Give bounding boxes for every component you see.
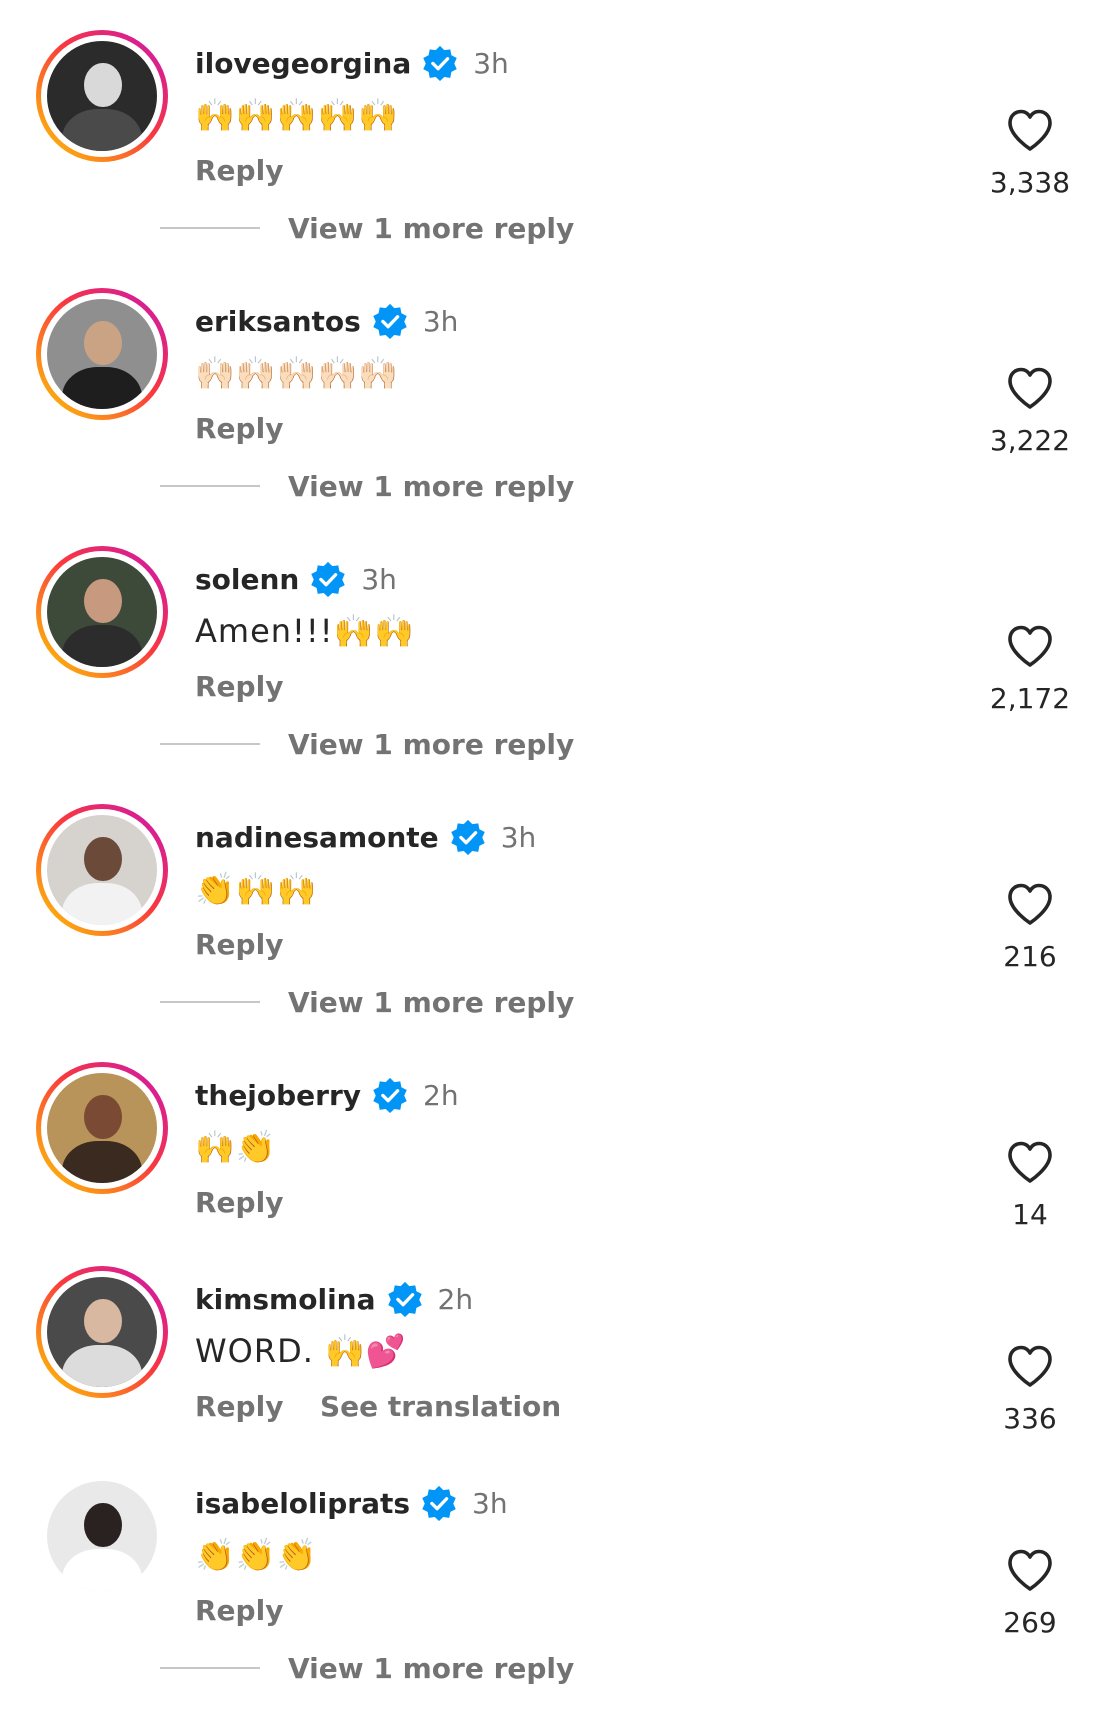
verified-badge-icon <box>423 45 457 82</box>
comment-header: kimsmolina 2h <box>195 1280 473 1318</box>
comment-item: thejoberry 2h 🙌👏 Reply 14 <box>0 1062 1120 1242</box>
comment-text: 🙌👏 <box>195 1128 277 1166</box>
verified-badge-icon <box>311 561 346 598</box>
comment-item: eriksantos 3h 🙌🏻🙌🏻🙌🏻🙌🏻🙌🏻 Reply 3,222 <box>0 288 1120 468</box>
comment-text: 🙌🙌🙌🙌🙌 <box>195 96 400 134</box>
view-more-label[interactable]: View 1 more reply <box>288 212 574 245</box>
divider <box>160 1667 260 1669</box>
comment-header: ilovegeorgina 3h <box>195 44 509 82</box>
like-heart-icon[interactable] <box>1006 1548 1054 1592</box>
username[interactable]: solenn <box>195 563 299 596</box>
verified-badge-icon <box>373 1077 407 1114</box>
verified-badge-icon <box>387 1281 422 1318</box>
like-count: 14 <box>1012 1198 1048 1231</box>
comment-item: isabeloliprats 3h 👏👏👏 Reply 269 <box>0 1470 1120 1650</box>
timestamp: 3h <box>473 46 509 80</box>
comment-item: solenn 3h Amen!!!🙌🙌 Reply 2,172 <box>0 546 1120 726</box>
comment-text: 🙌🏻🙌🏻🙌🏻🙌🏻🙌🏻 <box>195 354 400 392</box>
timestamp: 3h <box>422 304 459 338</box>
username[interactable]: nadinesamonte <box>195 821 439 854</box>
comment-header: nadinesamonte 3h <box>195 818 536 856</box>
divider <box>160 227 260 229</box>
verified-badge-icon <box>450 819 485 856</box>
timestamp: 3h <box>500 820 537 854</box>
view-more-replies[interactable]: View 1 more reply <box>160 724 760 764</box>
divider <box>160 743 260 745</box>
comment-text: 👏🙌🙌 <box>195 870 318 908</box>
comment-item: nadinesamonte 3h 👏🙌🙌 Reply 216 <box>0 804 1120 984</box>
like-count: 3,222 <box>989 424 1071 457</box>
reply-button[interactable]: Reply <box>195 154 283 187</box>
view-more-label[interactable]: View 1 more reply <box>288 986 574 1019</box>
reply-button[interactable]: Reply <box>195 928 283 961</box>
like-heart-icon[interactable] <box>1006 1140 1054 1184</box>
reply-button[interactable]: Reply <box>195 412 283 445</box>
view-more-label[interactable]: View 1 more reply <box>288 728 574 761</box>
divider <box>160 1001 260 1003</box>
username[interactable]: isabeloliprats <box>195 1487 410 1520</box>
reply-button[interactable]: Reply <box>195 1594 283 1627</box>
comment-header: eriksantos 3h <box>195 302 458 340</box>
avatar[interactable] <box>36 546 168 678</box>
comment-header: isabeloliprats 3h <box>195 1484 508 1522</box>
comment-item: kimsmolina 2h WORD. 🙌💕 Reply See transla… <box>0 1266 1120 1446</box>
like-count: 2,172 <box>989 682 1071 715</box>
divider <box>160 485 260 487</box>
username[interactable]: ilovegeorgina <box>195 47 411 80</box>
view-more-replies[interactable]: View 1 more reply <box>160 982 760 1022</box>
avatar[interactable] <box>36 804 168 936</box>
view-more-replies[interactable]: View 1 more reply <box>160 466 760 506</box>
reply-button[interactable]: Reply <box>195 670 283 703</box>
like-count: 269 <box>1003 1606 1057 1639</box>
comment-header: thejoberry 2h <box>195 1076 459 1114</box>
timestamp: 2h <box>437 1282 474 1316</box>
comment-item: ilovegeorgina 3h 🙌🙌🙌🙌🙌 Reply 3,338 <box>0 30 1120 210</box>
like-count: 3,338 <box>989 166 1071 199</box>
view-more-label[interactable]: View 1 more reply <box>288 470 574 503</box>
comment-text: Amen!!!🙌🙌 <box>195 612 416 650</box>
like-heart-icon[interactable] <box>1006 882 1054 926</box>
view-more-label[interactable]: View 1 more reply <box>288 1652 574 1685</box>
timestamp: 2h <box>423 1078 459 1112</box>
username[interactable]: kimsmolina <box>195 1283 376 1316</box>
view-more-replies[interactable]: View 1 more reply <box>160 1648 760 1688</box>
like-heart-icon[interactable] <box>1006 108 1054 152</box>
username[interactable]: eriksantos <box>195 305 361 338</box>
like-count: 216 <box>1003 940 1057 973</box>
avatar[interactable] <box>36 1266 168 1398</box>
avatar[interactable] <box>36 1470 168 1602</box>
like-heart-icon[interactable] <box>1006 1344 1054 1388</box>
avatar[interactable] <box>36 288 168 420</box>
username[interactable]: thejoberry <box>195 1079 361 1112</box>
timestamp: 3h <box>472 1486 508 1520</box>
reply-button[interactable]: Reply <box>195 1186 283 1219</box>
like-heart-icon[interactable] <box>1006 624 1054 668</box>
view-more-replies[interactable]: View 1 more reply <box>160 208 760 248</box>
see-translation-button[interactable]: See translation <box>320 1390 561 1423</box>
timestamp: 3h <box>361 562 397 596</box>
verified-badge-icon <box>373 303 407 340</box>
verified-badge-icon <box>422 1485 456 1522</box>
comment-text: WORD. 🙌💕 <box>195 1332 407 1370</box>
like-count: 336 <box>1003 1402 1057 1435</box>
reply-button[interactable]: Reply <box>195 1390 283 1423</box>
comment-text: 👏👏👏 <box>195 1536 318 1574</box>
avatar[interactable] <box>36 1062 168 1194</box>
avatar[interactable] <box>36 30 168 162</box>
comments-feed: ilovegeorgina 3h 🙌🙌🙌🙌🙌 Reply 3,338 View … <box>0 0 1120 1728</box>
comment-header: solenn 3h <box>195 560 397 598</box>
like-heart-icon[interactable] <box>1006 366 1054 410</box>
